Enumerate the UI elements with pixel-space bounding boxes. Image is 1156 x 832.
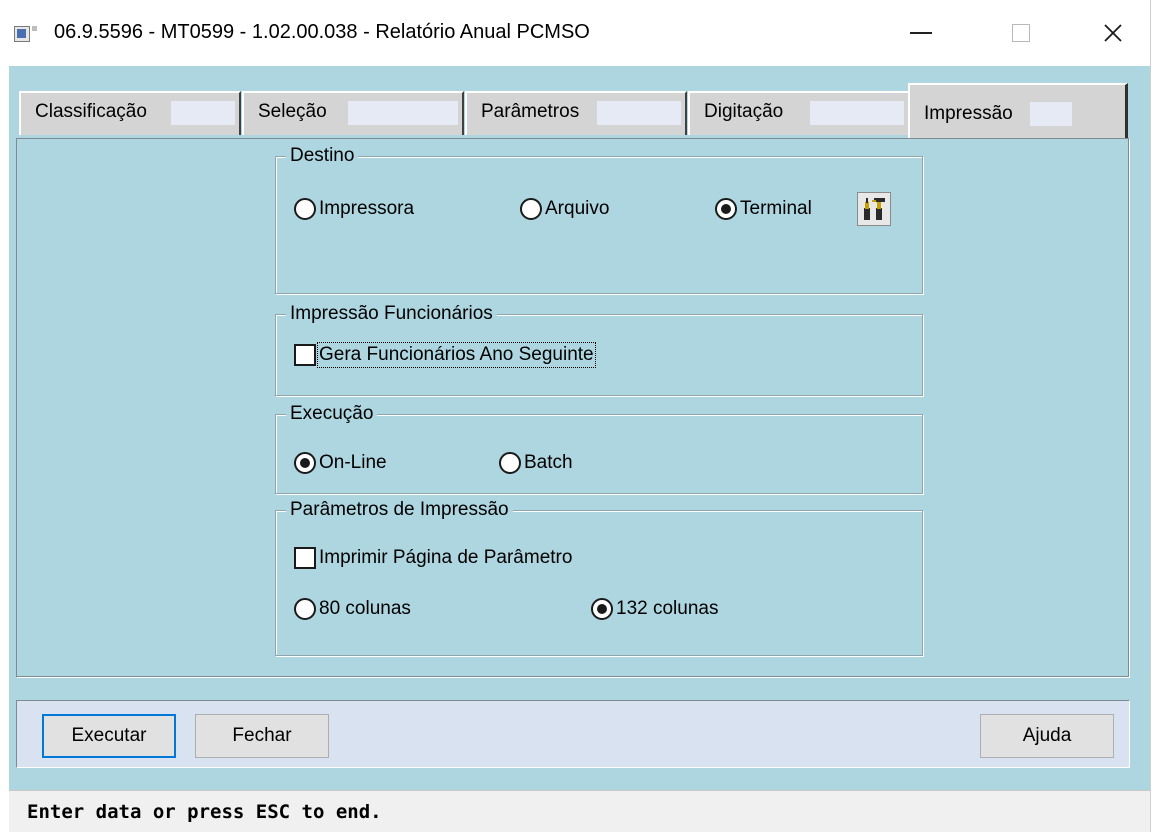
group-title: Parâmetros de Impressão bbox=[286, 499, 513, 521]
tab-digitacao[interactable]: Digitação bbox=[688, 91, 910, 135]
destination-config-button[interactable] bbox=[857, 192, 891, 226]
group-title: Execução bbox=[286, 403, 378, 425]
minimize-button[interactable] bbox=[898, 14, 944, 52]
printer-setup-tools-icon bbox=[864, 198, 885, 220]
group-title: Impressão Funcionários bbox=[286, 303, 497, 325]
radio-circle bbox=[591, 598, 613, 620]
radio-label: Impressora bbox=[319, 198, 415, 219]
window-title: 06.9.5596 - MT0599 - 1.02.00.038 - Relat… bbox=[54, 21, 590, 43]
radio-terminal[interactable]: Terminal bbox=[715, 198, 812, 220]
radio-circle bbox=[520, 198, 542, 220]
radio-on-line[interactable]: On-Line bbox=[294, 452, 387, 474]
tab-impressao[interactable]: Impressão bbox=[908, 83, 1128, 139]
tab-label: Classificação bbox=[35, 101, 147, 122]
radio-circle bbox=[715, 198, 737, 220]
maximize-icon bbox=[1012, 24, 1030, 42]
tab-label: Parâmetros bbox=[481, 101, 580, 122]
radio-circle bbox=[294, 198, 316, 220]
checkbox-box bbox=[294, 344, 316, 366]
client-area: Classificação Seleção Parâmetros Digitaç… bbox=[9, 66, 1150, 832]
radio-label: Arquivo bbox=[545, 198, 610, 219]
radio-label: Terminal bbox=[740, 198, 812, 219]
checkbox-gera-funcionarios[interactable]: Gera Funcionários Ano Seguinte bbox=[294, 342, 596, 368]
executar-button[interactable]: Executar bbox=[42, 714, 176, 758]
group-destino: Destino bbox=[275, 145, 923, 294]
radio-label: On-Line bbox=[319, 452, 387, 473]
tab-classificacao[interactable]: Classificação bbox=[19, 91, 241, 135]
app-window-icon bbox=[14, 26, 38, 42]
checkbox-label: Gera Funcionários Ano Seguinte bbox=[317, 342, 596, 368]
tab-label: Digitação bbox=[704, 101, 784, 122]
radio-label: 80 colunas bbox=[319, 598, 411, 619]
group-title: Destino bbox=[286, 145, 359, 167]
maximize-button[interactable] bbox=[998, 14, 1044, 52]
title-bar[interactable]: 06.9.5596 - MT0599 - 1.02.00.038 - Relat… bbox=[0, 0, 1150, 66]
tab-label: Seleção bbox=[258, 101, 327, 122]
checkbox-label: Imprimir Página de Parâmetro bbox=[319, 547, 573, 568]
status-message: Enter data or press ESC to end. bbox=[27, 801, 382, 823]
ajuda-button[interactable]: Ajuda bbox=[980, 714, 1114, 758]
radio-80-colunas[interactable]: 80 colunas bbox=[294, 598, 411, 620]
radio-label: 132 colunas bbox=[616, 598, 719, 619]
radio-impressora[interactable]: Impressora bbox=[294, 198, 414, 220]
close-icon bbox=[1104, 24, 1122, 42]
button-bar: Executar Fechar Ajuda bbox=[16, 700, 1130, 768]
radio-circle bbox=[499, 452, 521, 474]
status-bar: Enter data or press ESC to end. bbox=[9, 790, 1150, 832]
radio-label: Batch bbox=[524, 452, 573, 473]
close-button[interactable] bbox=[1090, 14, 1136, 52]
report-window: 06.9.5596 - MT0599 - 1.02.00.038 - Relat… bbox=[0, 0, 1150, 832]
tab-selecao[interactable]: Seleção bbox=[242, 91, 464, 135]
minimize-icon bbox=[910, 32, 932, 34]
fechar-button[interactable]: Fechar bbox=[195, 714, 329, 758]
radio-132-colunas[interactable]: 132 colunas bbox=[591, 598, 718, 620]
tab-label: Impressão bbox=[924, 103, 1013, 124]
radio-arquivo[interactable]: Arquivo bbox=[520, 198, 609, 220]
radio-circle bbox=[294, 598, 316, 620]
checkbox-imprimir-pagina-parametro[interactable]: Imprimir Página de Parâmetro bbox=[294, 547, 572, 569]
checkbox-box bbox=[294, 547, 316, 569]
radio-batch[interactable]: Batch bbox=[499, 452, 573, 474]
radio-circle bbox=[294, 452, 316, 474]
window-edge bbox=[1150, 0, 1156, 832]
group-parametros-impressao: Parâmetros de Impressão bbox=[275, 499, 923, 656]
tab-parametros[interactable]: Parâmetros bbox=[465, 91, 687, 135]
